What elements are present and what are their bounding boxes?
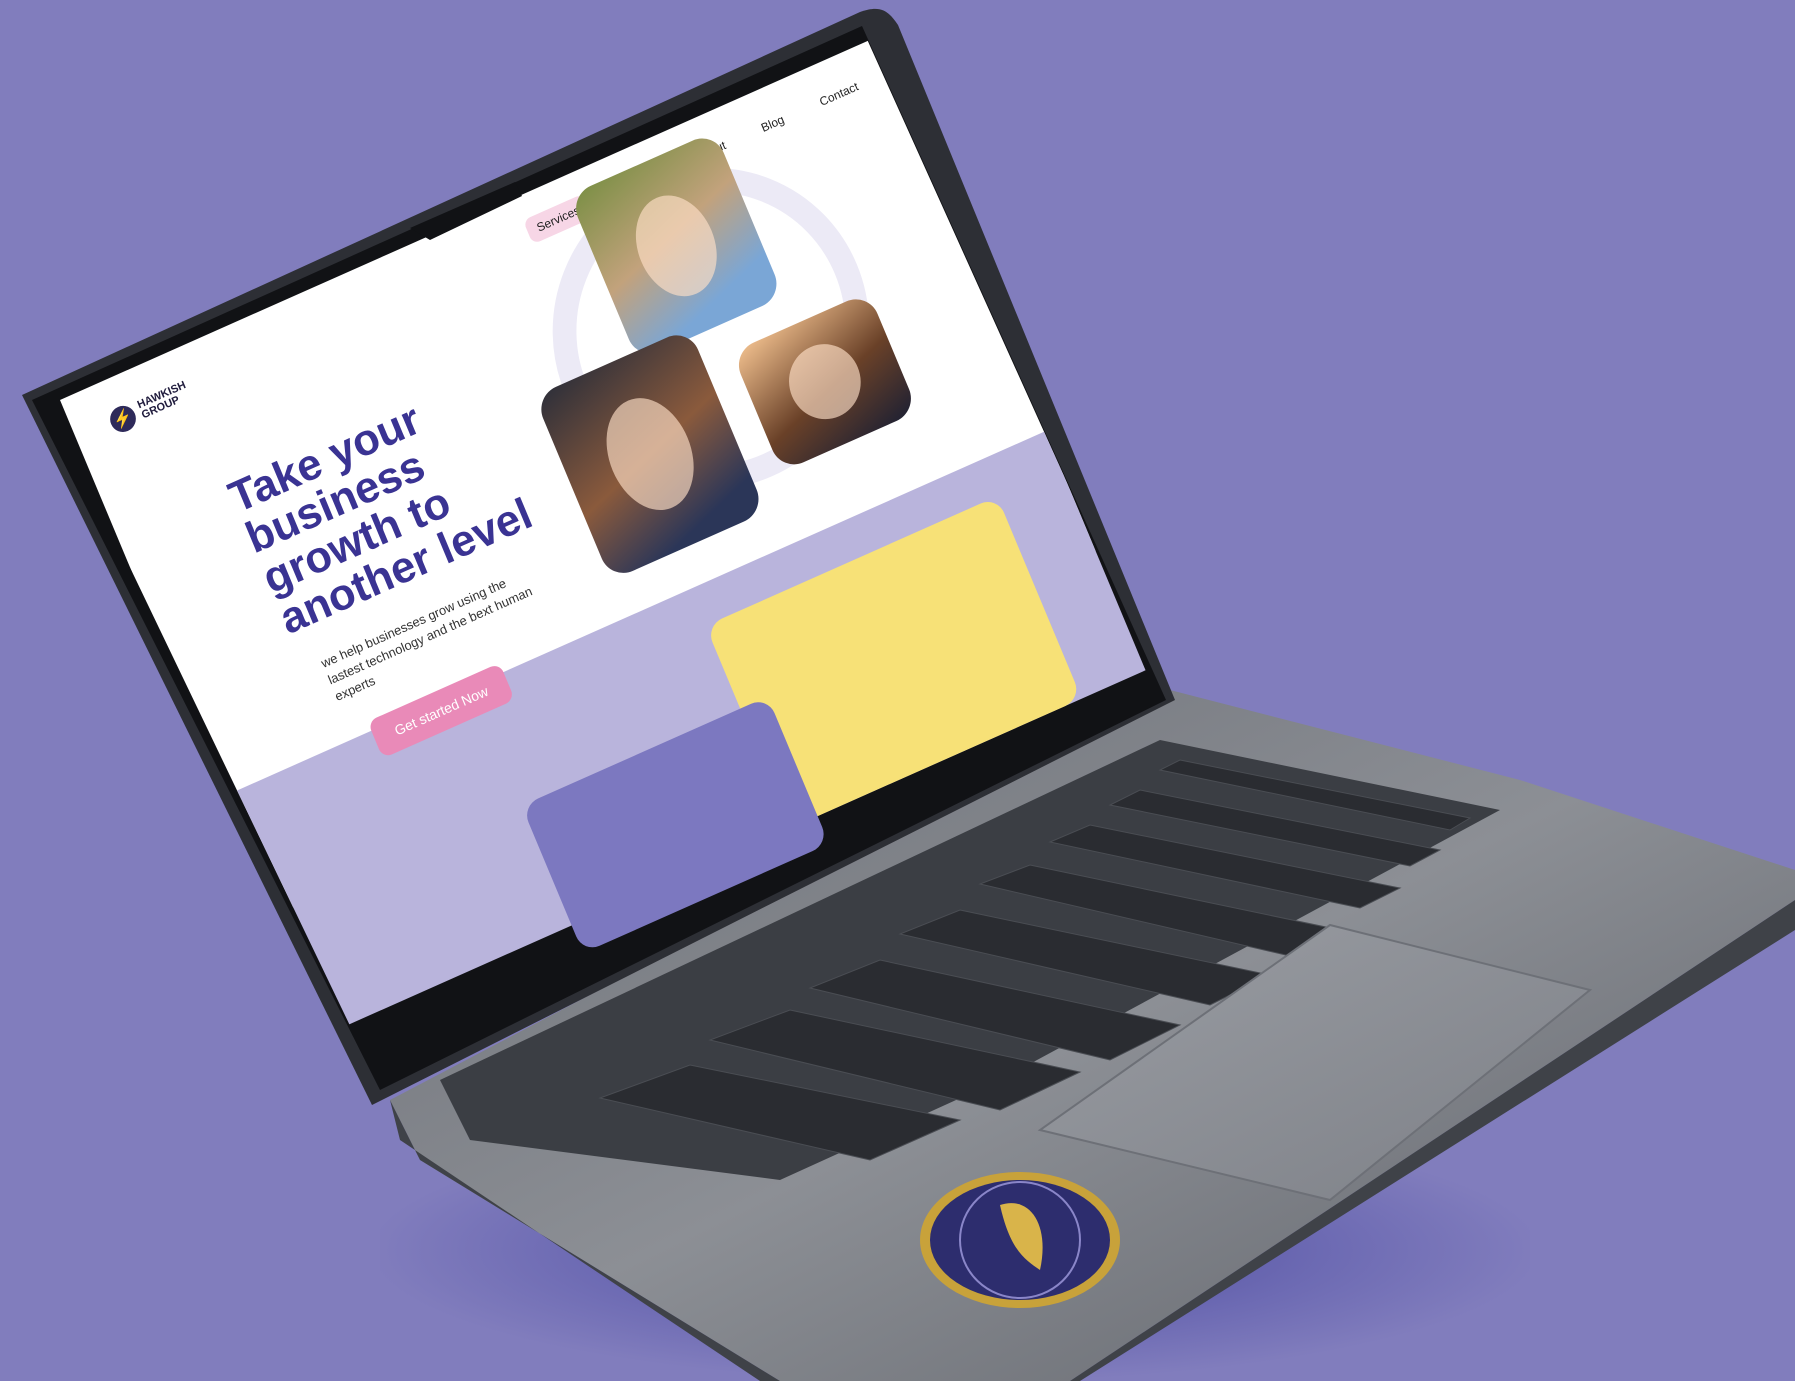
face-shape	[621, 182, 732, 310]
nav-blog[interactable]: Blog	[748, 103, 798, 145]
brand-wordmark: HAWKISH GROUP	[136, 379, 192, 421]
face-shape	[777, 332, 873, 432]
nav-contact[interactable]: Contact	[806, 70, 872, 119]
hero-headline: Take your business growth to another lev…	[222, 334, 619, 644]
brand-logo[interactable]: ⚡ HAWKISH GROUP	[106, 378, 192, 437]
face-shape	[590, 384, 710, 525]
hawk-lightning-icon: ⚡	[106, 401, 140, 437]
